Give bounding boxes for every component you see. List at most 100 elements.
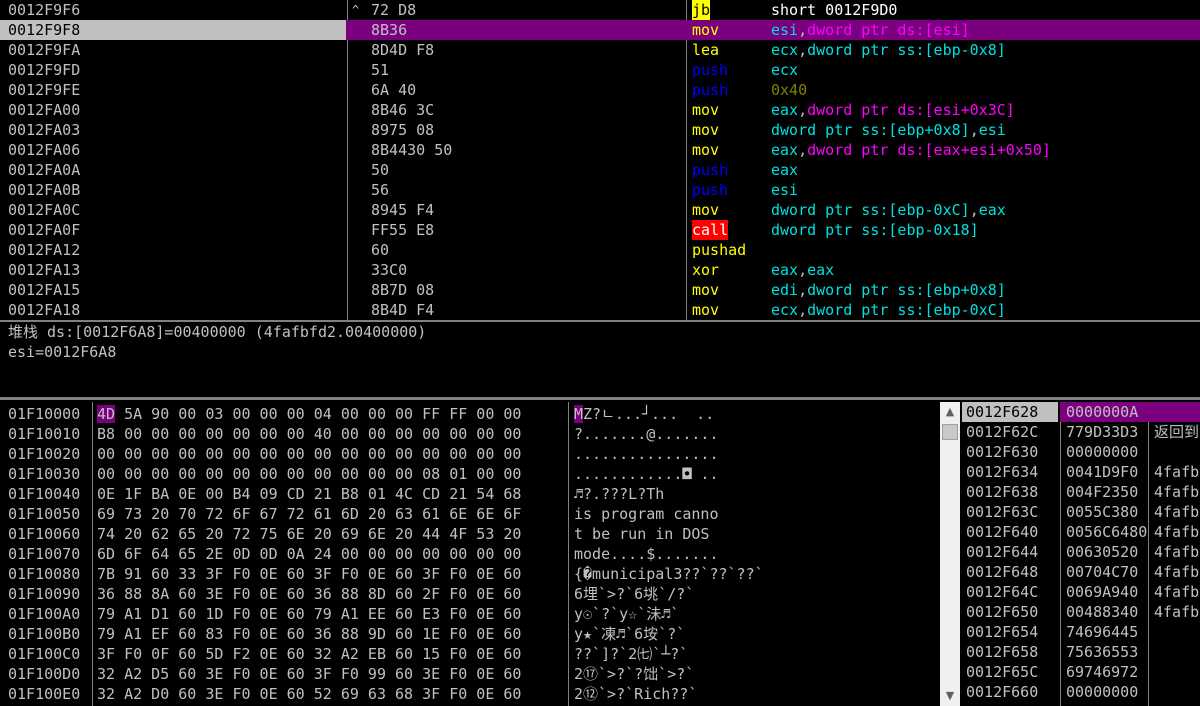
hex-group: 20 72 75 6E <box>205 525 305 543</box>
hex-group: 00 00 00 00 <box>313 465 414 483</box>
instruction-address: 0012F9FD <box>8 61 81 79</box>
instruction-bytes: 6A 40 <box>371 81 417 99</box>
hex-group: 72 6F 67 72 <box>205 505 305 523</box>
operand-token: eax <box>978 201 1006 219</box>
instruction-bytes: 56 <box>371 181 390 199</box>
instruction-mnemonic: pushad <box>692 241 747 259</box>
dump-hex-bytes: 00 00 00 00 00 00 00 00 00 00 00 00 00 0… <box>97 444 521 464</box>
scroll-up-icon[interactable]: ▲ <box>940 402 960 422</box>
operand-token: , <box>798 41 808 59</box>
stack-row[interactable]: 0012F65C 69746972 <box>962 662 1200 682</box>
jump-arrow-icon: ^ <box>352 3 360 17</box>
memory-dump-pane[interactable]: 01F10000 4D 5A 90 00 03 00 00 00 04 00 00… <box>0 402 940 706</box>
dump-ascii: ??`]?`2㈦`┴?` <box>574 645 689 663</box>
instruction-operands: esi <box>771 180 798 200</box>
stack-value: 0055C380 <box>1066 503 1139 521</box>
disasm-row[interactable]: 0012F9FD 51 push ecx <box>0 60 1200 80</box>
disasm-row[interactable]: 0012F9F8 8B36 mov esi,dword ptr ds:[esi] <box>0 20 1200 40</box>
disasm-row[interactable]: 0012FA06 8B4430 50 mov eax,dword ptr ds:[ea… <box>0 140 1200 160</box>
operand-token: dword ptr ds:[esi] <box>807 21 970 39</box>
hex-group: 3F F0 0E 60 <box>422 565 522 583</box>
stack-row[interactable]: 0012F648 00704C70 4fafb <box>962 562 1200 582</box>
disasm-row[interactable]: 0012FA12 60 pushad <box>0 240 1200 260</box>
dump-hex-bytes: 79 A1 EF 60 83 F0 0E 60 36 88 9D 60 1E F… <box>97 624 521 644</box>
stack-row[interactable]: 0012F628 0000000A <box>962 402 1200 422</box>
hex-group: 36 88 9D 60 <box>313 625 414 643</box>
stack-row[interactable]: 0012F63C 0055C380 4fafb <box>962 502 1200 522</box>
hex-group: 3F F0 0F 60 <box>97 645 197 663</box>
dump-address: 01F100A0 <box>8 605 81 623</box>
stack-row[interactable]: 0012F654 74696445 <box>962 622 1200 642</box>
stack-row[interactable]: 0012F640 0056C6480 4fafb <box>962 522 1200 542</box>
operand-token: dword ptr ds:[esi+0x3C] <box>807 101 1015 119</box>
hex-group: 21 B8 01 4C <box>313 485 414 503</box>
operand-token: eax <box>771 101 799 119</box>
hex-group: 69 73 20 70 <box>97 505 197 523</box>
stack-value: 00000000 <box>1066 443 1139 461</box>
hex-group: 15 F0 0E 60 <box>422 645 522 663</box>
hex-group: 20 69 6E 20 <box>313 525 414 543</box>
dump-ascii: is program canno <box>574 505 719 523</box>
stack-value: 004F2350 <box>1066 483 1139 501</box>
stack-comment: 4fafb <box>1154 563 1200 581</box>
stack-row[interactable]: 0012F62C 779D33D3 返回到 <box>962 422 1200 442</box>
disassembly-pane[interactable]: 0012F9F6 ^ 72 D8 jb short 0012F9D0 0012F9F8 8B… <box>0 0 1200 320</box>
stack-row[interactable]: 0012F64C 0069A940 4fafb <box>962 582 1200 602</box>
operand-token: ecx <box>771 61 799 79</box>
disasm-row[interactable]: 0012FA18 8B4D F4 mov ecx,dword ptr ss:[ebp-… <box>0 300 1200 320</box>
instruction-operands: ecx <box>771 60 798 80</box>
hex-group: 00 00 00 00 <box>205 425 305 443</box>
disasm-row[interactable]: 0012FA0B 56 push esi <box>0 180 1200 200</box>
instruction-operands: short 0012F9D0 <box>771 0 897 20</box>
disasm-row[interactable]: 0012FA03 8975 08 mov dword ptr ss:[ebp+0x8]… <box>0 120 1200 140</box>
hex-group: 24 00 00 00 <box>313 545 414 563</box>
disasm-row[interactable]: 0012FA0F FF55 E8 call dword ptr ss:[ebp-0x1… <box>0 220 1200 240</box>
hex-group: 3E F0 0E 60 <box>422 665 522 683</box>
instruction-address: 0012FA0C <box>8 201 81 219</box>
instruction-operands: eax <box>771 160 798 180</box>
dump-scrollbar[interactable]: ▲ ▼ <box>940 402 960 706</box>
dump-address: 01F10070 <box>8 545 81 563</box>
scroll-down-icon[interactable]: ▼ <box>940 686 960 706</box>
stack-row[interactable]: 0012F660 00000000 <box>962 682 1200 702</box>
dump-ascii: ............◘ .. <box>574 465 719 483</box>
disasm-row[interactable]: 0012FA0A 50 push eax <box>0 160 1200 180</box>
hex-group: 3E F0 0E 60 <box>205 685 305 703</box>
stack-value: 00704C70 <box>1066 563 1139 581</box>
dump-address: 01F100D0 <box>8 665 81 683</box>
dump-address: 01F10040 <box>8 485 81 503</box>
disasm-row[interactable]: 0012FA00 8B46 3C mov eax,dword ptr ds:[esi+… <box>0 100 1200 120</box>
disasm-row[interactable]: 0012F9F6 ^ 72 D8 jb short 0012F9D0 <box>0 0 1200 20</box>
hex-group: 36 88 8D 60 <box>313 585 414 603</box>
stack-row[interactable]: 0012F634 0041D9F0 4fafb <box>962 462 1200 482</box>
instruction-bytes: 60 <box>371 241 390 259</box>
instruction-mnemonic: mov <box>692 281 720 299</box>
disasm-row[interactable]: 0012F9FA 8D4D F8 lea ecx,dword ptr ss:[ebp-… <box>0 40 1200 60</box>
scroll-thumb[interactable] <box>942 424 958 440</box>
disasm-row[interactable]: 0012FA13 33C0 xor eax,eax <box>0 260 1200 280</box>
stack-value: 0041D9F0 <box>1066 463 1139 481</box>
instruction-address: 0012FA0B <box>8 181 81 199</box>
instruction-mnemonic: mov <box>692 121 720 139</box>
hex-group: 1D F0 0E 60 <box>205 605 305 623</box>
info-line-stack: 堆栈 ds:[0012F6A8]=00400000 (4fafbfd2.0040… <box>8 323 427 341</box>
instruction-bytes: 8945 F4 <box>371 201 435 219</box>
dump-hex-bytes: 00 00 00 00 00 00 00 00 00 00 00 00 08 0… <box>97 464 521 484</box>
disasm-row[interactable]: 0012F9FE 6A 40 push 0x40 <box>0 80 1200 100</box>
hex-group: 52 69 63 68 <box>313 685 414 703</box>
instruction-bytes: 8B36 <box>371 21 408 39</box>
stack-pane[interactable]: 0012F628 0000000A 0012F62C 779D33D3 返回到 0012F… <box>962 402 1200 706</box>
stack-row[interactable]: 0012F638 004F2350 4fafb <box>962 482 1200 502</box>
operand-token: esi <box>771 21 799 39</box>
stack-address: 0012F644 <box>966 543 1039 561</box>
disasm-row[interactable]: 0012FA0C 8945 F4 mov dword ptr ss:[ebp-0xC]… <box>0 200 1200 220</box>
stack-row[interactable]: 0012F630 00000000 <box>962 442 1200 462</box>
instruction-mnemonic: mov <box>692 101 720 119</box>
disasm-row[interactable]: 0012FA15 8B7D 08 mov edi,dword ptr ss:[ebp+… <box>0 280 1200 300</box>
hex-group: B8 00 00 00 <box>97 425 197 443</box>
instruction-bytes: 8975 08 <box>371 121 435 139</box>
stack-row[interactable]: 0012F658 75636553 <box>962 642 1200 662</box>
stack-row[interactable]: 0012F644 00630520 4fafb <box>962 542 1200 562</box>
stack-row[interactable]: 0012F650 00488340 4fafb <box>962 602 1200 622</box>
hex-group: 79 A1 EF 60 <box>97 625 197 643</box>
